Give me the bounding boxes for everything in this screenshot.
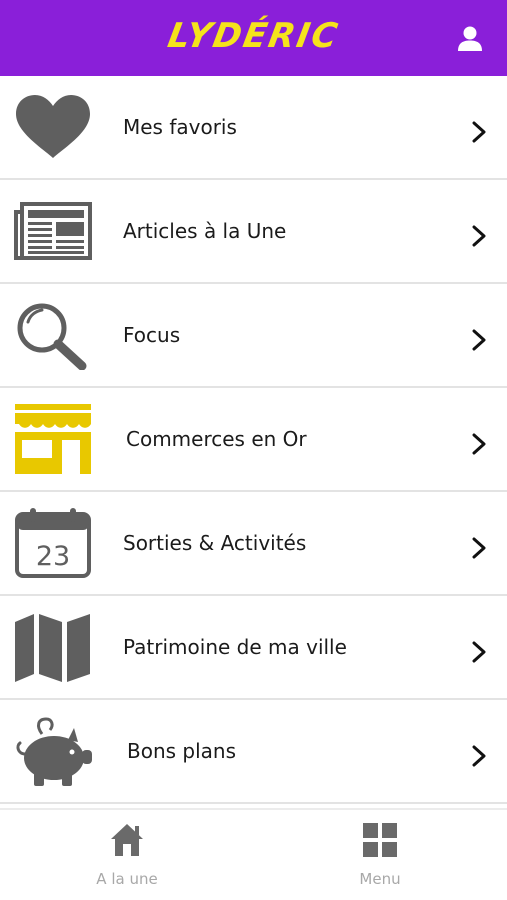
tab-menu[interactable]: Menu [300,810,460,900]
chevron-right-icon [471,433,487,455]
app-logo: LYDÉRIC [164,16,343,56]
chevron-right-icon [471,745,487,767]
chevron-right-icon [471,225,487,247]
calendar-day: 23 [36,541,70,572]
calendar-icon: 23 [12,508,94,578]
menu-item-shops[interactable]: Commerces en Or [0,388,507,492]
menu-item-outings[interactable]: 23 Sorties & Activités [0,492,507,596]
menu-item-deals[interactable]: Bons plans [0,700,507,804]
tab-label: Menu [359,870,401,888]
tab-label: A la une [96,870,158,888]
menu-item-label: Mes favoris [123,115,237,139]
menu-item-favorites[interactable]: Mes favoris [0,76,507,180]
heart-icon [12,92,94,162]
menu-item-articles[interactable]: Articles à la Une [0,180,507,284]
map-icon [12,612,94,682]
menu-item-label: Patrimoine de ma ville [123,635,347,659]
tab-home[interactable]: A la une [47,810,207,900]
grid-icon [362,822,398,858]
home-icon [109,822,145,858]
menu-item-label: Sorties & Activités [123,531,307,555]
menu-item-heritage[interactable]: Patrimoine de ma ville [0,596,507,700]
menu-item-label: Commerces en Or [126,427,307,451]
newspaper-icon [12,196,94,266]
magnifier-icon [12,300,94,371]
menu-item-label: Bons plans [127,739,237,763]
chevron-right-icon [471,121,487,143]
menu-item-focus[interactable]: Focus [0,284,507,388]
chevron-right-icon [471,537,487,559]
menu-list: Mes favoris Articles à la Une Focus Comm… [0,76,507,804]
menu-item-label: Focus [123,323,181,347]
chevron-right-icon [471,329,487,351]
piggy-bank-icon [12,716,94,786]
chevron-right-icon [471,641,487,663]
shop-icon [12,404,94,474]
user-icon[interactable] [455,24,485,54]
menu-item-label: Articles à la Une [123,219,287,243]
bottom-tab-bar: A la une Menu [0,808,507,900]
app-header: LYDÉRIC [0,0,507,76]
